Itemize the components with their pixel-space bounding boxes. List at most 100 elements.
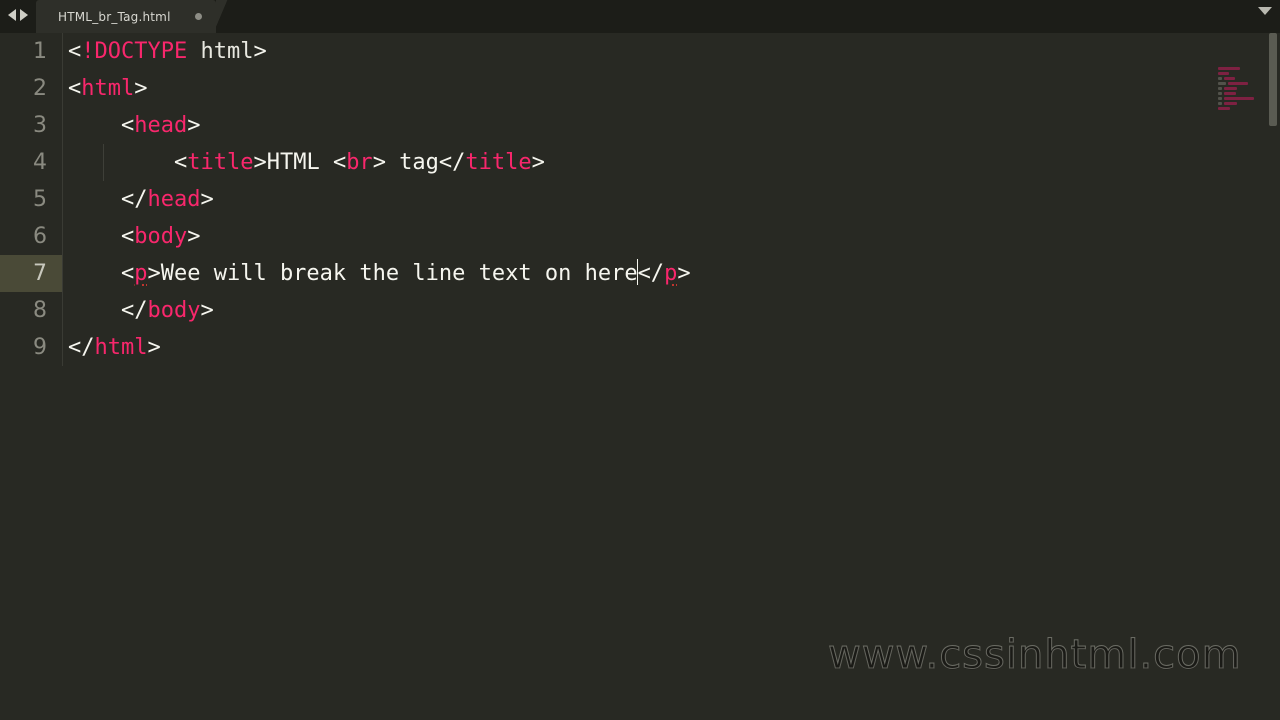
line-number: 7: [33, 261, 47, 286]
code-text: </html>: [68, 329, 161, 366]
code-token: br: [346, 150, 373, 175]
code-text: <title>HTML <br> tag</title>: [68, 144, 545, 181]
minimap-segment: [1218, 92, 1222, 95]
code-token: <: [332, 150, 347, 175]
code-token: title: [465, 150, 532, 175]
code-token: tag: [385, 150, 439, 175]
code-token: >: [372, 150, 386, 175]
code-token: </: [68, 335, 95, 360]
minimap-segment: [1218, 67, 1240, 70]
code-token: >: [531, 150, 545, 175]
minimap-segment: [1218, 77, 1222, 80]
tab-navigation-arrows: [0, 0, 36, 33]
code-line[interactable]: 7 <p > Wee will break the line text on her…: [0, 255, 1280, 292]
code-text: <!DOCTYPE html>: [68, 33, 267, 70]
gutter-separator: [62, 329, 63, 366]
code-token: <: [120, 224, 135, 249]
code-token: <: [68, 76, 82, 101]
code-token: >: [253, 150, 267, 175]
vertical-scrollbar[interactable]: [1266, 33, 1280, 720]
code-token: Wee will break the line text on here: [160, 261, 638, 286]
code-token: html: [81, 76, 135, 101]
code-text: </body>: [68, 292, 214, 329]
code-lines[interactable]: 1 <!DOCTYPE html> 2 <html> 3 <head> 4 <title>…: [0, 33, 1280, 366]
code-token: >: [147, 335, 161, 360]
code-token: html: [200, 39, 254, 64]
chevron-down-icon[interactable]: [1258, 7, 1272, 15]
code-line[interactable]: 2 <html>: [0, 70, 1280, 107]
minimap-segment: [1224, 102, 1237, 105]
line-number: 2: [33, 76, 47, 101]
arrow-left-icon[interactable]: [8, 9, 16, 21]
line-number: 3: [33, 113, 47, 138]
vertical-scrollbar-thumb[interactable]: [1269, 33, 1277, 126]
code-line[interactable]: 3 <head>: [0, 107, 1280, 144]
minimap-segment: [1218, 97, 1222, 100]
code-token: <: [173, 150, 188, 175]
arrow-right-icon[interactable]: [20, 9, 28, 21]
code-text: <html>: [68, 70, 147, 107]
code-text: <p > Wee will break the line text on here<…: [68, 255, 691, 292]
line-number: 1: [33, 39, 47, 64]
code-line[interactable]: 4 <title>HTML <br> tag</title>: [0, 144, 1280, 181]
code-token: >: [134, 76, 148, 101]
code-token: </: [120, 187, 148, 212]
line-number: 5: [33, 187, 47, 212]
code-editor[interactable]: 1 <!DOCTYPE html> 2 <html> 3 <head> 4 <title>…: [0, 33, 1280, 720]
code-token: !DOCTYPE: [81, 39, 188, 64]
gutter-separator: [62, 218, 63, 255]
code-token: </: [120, 298, 148, 323]
code-token: >: [200, 298, 214, 323]
minimap-segment: [1228, 82, 1248, 85]
gutter-separator: [62, 33, 63, 70]
code-token: >: [677, 261, 691, 286]
code-token: HTML: [266, 150, 333, 175]
code-token: </: [637, 261, 665, 286]
minimap-segment: [1224, 92, 1236, 95]
code-token: body: [147, 298, 201, 323]
line-number: 8: [33, 298, 47, 323]
code-token: </: [438, 150, 466, 175]
gutter-separator: [62, 292, 63, 329]
code-text: <body>: [68, 218, 200, 255]
line-number: 6: [33, 224, 47, 249]
tab-bar: HTML_br_Tag.html: [0, 0, 1280, 33]
minimap-segment: [1218, 102, 1222, 105]
code-line[interactable]: 1 <!DOCTYPE html>: [0, 33, 1280, 70]
code-text: <head>: [68, 107, 200, 144]
code-token: head: [147, 187, 201, 212]
minimap[interactable]: [1218, 66, 1264, 186]
code-token: html: [94, 335, 148, 360]
code-line[interactable]: 5 </head>: [0, 181, 1280, 218]
code-token: p: [134, 261, 148, 286]
code-line[interactable]: 8 </body>: [0, 292, 1280, 329]
code-text: </head>: [68, 181, 214, 218]
code-line[interactable]: 9 </html>: [0, 329, 1280, 366]
code-token: <: [120, 261, 135, 286]
gutter-separator: [62, 144, 63, 181]
line-number: 9: [33, 335, 47, 360]
code-token: >: [253, 39, 267, 64]
code-token: <: [120, 113, 135, 138]
line-number: 4: [33, 150, 47, 175]
code-token: head: [134, 113, 188, 138]
minimap-segment: [1224, 77, 1235, 80]
code-token: >: [187, 224, 201, 249]
code-token: >: [200, 187, 214, 212]
code-token: title: [187, 150, 254, 175]
gutter-separator: [62, 70, 63, 107]
editor-tab[interactable]: HTML_br_Tag.html: [36, 0, 230, 33]
gutter-separator: [62, 181, 63, 218]
unsaved-changes-dot-icon[interactable]: [194, 13, 202, 20]
minimap-segment: [1218, 72, 1229, 75]
site-watermark: www.cssinhtml.com: [828, 632, 1242, 679]
code-line[interactable]: 6 <body>: [0, 218, 1280, 255]
minimap-segment: [1224, 87, 1237, 90]
gutter-separator: [62, 107, 63, 144]
minimap-segment: [1218, 107, 1230, 110]
minimap-segment: [1224, 97, 1254, 100]
